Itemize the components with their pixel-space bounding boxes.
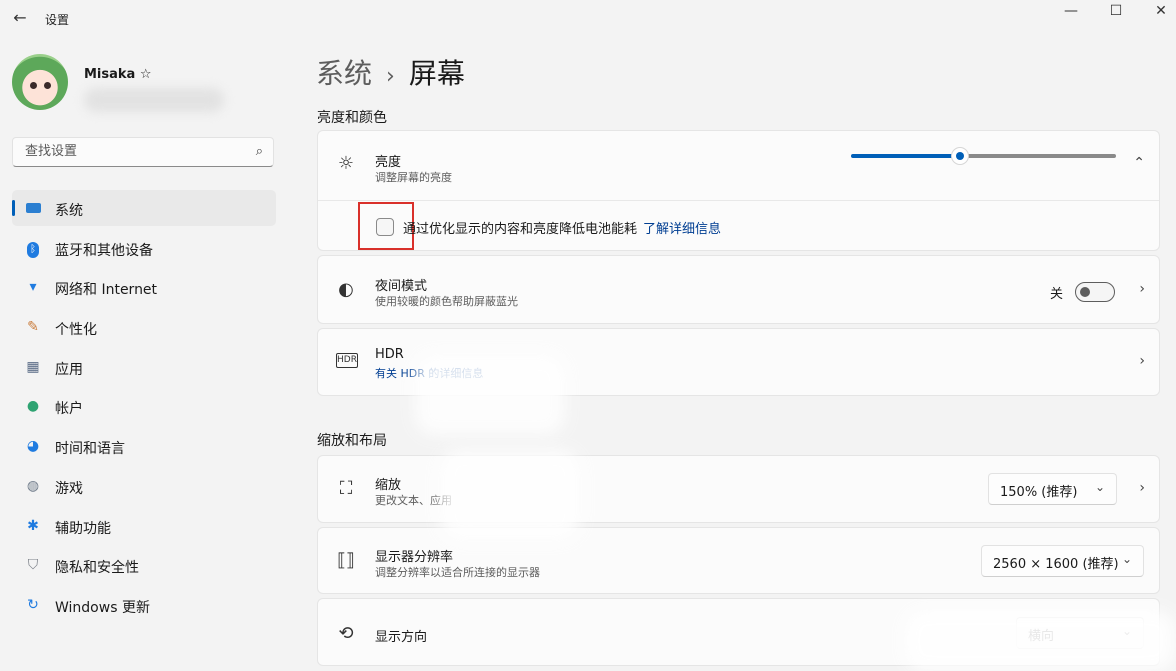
- brightness-card: ☼ 亮度 调整屏幕的亮度 ⌃ 通过优化显示的内容和亮度降低电池能耗 了解详细信息: [317, 130, 1160, 251]
- sidebar-item-label: 帐户: [55, 401, 83, 418]
- orientation-title: 显示方向: [375, 630, 428, 645]
- search-box[interactable]: ⌕: [12, 137, 274, 167]
- scale-dropdown[interactable]: 150% (推荐) ⌄: [988, 473, 1117, 505]
- sidebar-item-apps[interactable]: ▦ 应用: [12, 349, 276, 385]
- chevron-down-icon: ⌄: [1121, 552, 1132, 566]
- sun-icon: ☼: [337, 153, 355, 174]
- night-light-title: 夜间模式: [375, 279, 428, 294]
- battery-option-label: 通过优化显示的内容和亮度降低电池能耗 了解详细信息: [403, 218, 721, 237]
- blurred-email: [84, 88, 224, 112]
- section-header-scale: 缩放和布局: [317, 433, 387, 449]
- slider-thumb[interactable]: [951, 147, 969, 165]
- sidebar-item-label: 时间和语言: [55, 441, 125, 458]
- hdr-title: HDR: [375, 347, 404, 362]
- brightness-subtitle: 调整屏幕的亮度: [375, 171, 452, 184]
- hdr-icon: HDR: [336, 353, 358, 368]
- blur-smudge: [440, 450, 580, 540]
- sidebar-item-bluetooth[interactable]: ᛒ 蓝牙和其他设备: [12, 230, 276, 266]
- sidebar-item-gaming[interactable]: ◍ 游戏: [12, 468, 276, 504]
- app-title: 设置: [45, 13, 70, 27]
- brush-icon: ✎: [27, 319, 39, 336]
- avatar-eye: [30, 82, 37, 89]
- system-icon: [24, 199, 42, 217]
- page-title: 屏幕: [408, 57, 465, 90]
- resolution-value: 2560 × 1600 (推荐): [993, 557, 1119, 572]
- resolution-card: ⟦⟧ 显示器分辨率 调整分辨率以适合所连接的显示器 2560 × 1600 (推…: [317, 527, 1160, 594]
- sidebar-item-network[interactable]: ▾ 网络和 Internet: [12, 269, 276, 305]
- battery-option-text: 通过优化显示的内容和亮度降低电池能耗: [403, 222, 638, 237]
- shield-icon: ⛉: [27, 557, 39, 574]
- search-icon[interactable]: ⌕: [256, 144, 263, 159]
- night-light-icon: ◐: [338, 279, 354, 300]
- back-arrow-icon[interactable]: ←: [10, 8, 30, 28]
- learn-more-link[interactable]: 了解详细信息: [643, 222, 721, 237]
- account-icon: ●: [26, 398, 40, 415]
- toggle-knob: [1080, 287, 1090, 297]
- close-button[interactable]: ✕: [1138, 0, 1176, 26]
- blur-smudge: [415, 355, 565, 435]
- sidebar-item-label: 蓝牙和其他设备: [55, 242, 153, 259]
- sidebar-item-label: 应用: [55, 361, 83, 378]
- slider-fill: [851, 154, 954, 158]
- chevron-down-icon: ⌄: [1094, 480, 1105, 494]
- resolution-subtitle: 调整分辨率以适合所连接的显示器: [375, 566, 540, 579]
- sidebar-item-label: 网络和 Internet: [55, 282, 158, 299]
- night-light-subtitle: 使用较暖的颜色帮助屏蔽蓝光: [375, 295, 518, 308]
- sidebar-item-accessibility[interactable]: ✱ 辅助功能: [12, 508, 276, 544]
- accessibility-icon: ✱: [27, 517, 39, 534]
- sidebar-item-label: 辅助功能: [55, 520, 111, 537]
- brightness-slider[interactable]: [851, 147, 1116, 165]
- sidebar-nav: 系统 ᛒ 蓝牙和其他设备 ▾ 网络和 Internet ✎ 个性化 ▦ 应用 ●…: [12, 190, 276, 627]
- title-bar: ← 设置 — ☐ ✕: [0, 0, 1176, 36]
- battery-option-row: 通过优化显示的内容和亮度降低电池能耗 了解详细信息: [318, 201, 1159, 251]
- night-light-state: 关: [1049, 287, 1063, 302]
- avatar-eye: [44, 82, 51, 89]
- wifi-icon: ▾: [29, 279, 37, 296]
- sidebar-item-privacy[interactable]: ⛉ 隐私和安全性: [12, 547, 276, 583]
- slider-track: [966, 154, 1116, 158]
- apps-icon: ▦: [26, 358, 40, 375]
- resolution-dropdown[interactable]: 2560 × 1600 (推荐) ⌄: [981, 545, 1144, 577]
- sidebar-item-accounts[interactable]: ● 帐户: [12, 388, 276, 424]
- globe-clock-icon: ◕: [26, 438, 40, 455]
- chevron-right-icon[interactable]: ›: [1139, 281, 1145, 297]
- sidebar-item-label: 个性化: [55, 322, 97, 339]
- chevron-up-icon[interactable]: ⌃: [1133, 155, 1145, 171]
- resolution-icon: ⟦⟧: [337, 550, 355, 571]
- scale-icon: ⛶: [339, 478, 353, 499]
- blur-smudge: [905, 610, 1176, 671]
- breadcrumb-parent[interactable]: 系统: [316, 57, 372, 90]
- user-name: Misaka ☆: [84, 67, 152, 82]
- orientation-icon: ⟲: [338, 623, 354, 644]
- sidebar-item-windows-update[interactable]: ↻ Windows 更新: [12, 587, 276, 623]
- chevron-right-icon[interactable]: ›: [1139, 480, 1145, 496]
- sidebar-item-system[interactable]: 系统: [12, 190, 276, 226]
- maximize-button[interactable]: ☐: [1093, 0, 1139, 26]
- section-header-brightness: 亮度和颜色: [317, 110, 387, 126]
- brightness-title: 亮度: [375, 155, 402, 170]
- sidebar-item-personalization[interactable]: ✎ 个性化: [12, 309, 276, 345]
- scale-title: 缩放: [375, 478, 402, 493]
- sidebar-item-label: 游戏: [55, 480, 83, 497]
- night-light-card[interactable]: ◐ 夜间模式 使用较暖的颜色帮助屏蔽蓝光 关 ›: [317, 255, 1160, 324]
- resolution-title: 显示器分辨率: [375, 550, 454, 565]
- breadcrumb: 系统 › 屏幕: [316, 52, 465, 92]
- sidebar-item-time-language[interactable]: ◕ 时间和语言: [12, 428, 276, 464]
- minimize-button[interactable]: —: [1048, 0, 1094, 26]
- sidebar-item-label: 系统: [55, 203, 83, 219]
- night-light-toggle[interactable]: [1075, 282, 1115, 302]
- avatar[interactable]: [12, 54, 68, 110]
- search-input[interactable]: [23, 143, 247, 160]
- sidebar-item-label: 隐私和安全性: [55, 560, 139, 577]
- gamepad-icon: ◍: [26, 477, 40, 494]
- bluetooth-icon: ᛒ: [24, 239, 42, 258]
- sidebar-item-label: Windows 更新: [55, 599, 150, 616]
- chevron-right-icon[interactable]: ›: [1139, 353, 1145, 369]
- update-icon: ↻: [27, 596, 39, 613]
- scale-value: 150% (推荐): [1000, 485, 1078, 500]
- breadcrumb-separator: ›: [386, 64, 395, 89]
